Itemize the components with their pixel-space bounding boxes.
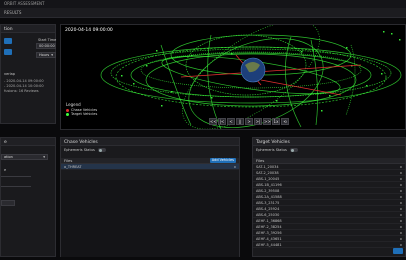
chase-row[interactable]: o_THREAT x [61, 164, 239, 170]
play-button[interactable]: > [245, 118, 253, 125]
chase-files-label: Files [64, 157, 73, 163]
pause-button[interactable]: || [236, 118, 244, 125]
remove-target-icon[interactable]: x [400, 242, 402, 247]
page-subtitle: RESULTS [4, 10, 22, 15]
page-header: RESULTS [0, 8, 406, 18]
remove-chase-icon[interactable]: x [234, 164, 236, 169]
settings-input[interactable] [1, 200, 15, 206]
remove-target-icon[interactable]: x [400, 164, 402, 169]
target-row-name: SAT-2_20038 [256, 171, 279, 175]
target-row-name: AEHF-5_44481 [256, 243, 282, 247]
settings-field-label: e [4, 168, 7, 172]
speed-button[interactable]: 1x [272, 118, 280, 125]
chase-ephemeris-label: Ephemeris Status [64, 148, 95, 152]
target-files-label: Files [256, 157, 265, 163]
playback-controls: << |< < || > >| >> 1x ⟲ [209, 118, 289, 125]
settings-divider-2 [1, 186, 31, 187]
remove-target-icon[interactable]: x [400, 236, 402, 241]
settings-title: e [1, 138, 55, 146]
add-target-button[interactable] [393, 248, 403, 254]
target-ephemeris-label: Ephemeris Status [256, 148, 287, 152]
legend-item-target: Target Vehicles [66, 112, 97, 116]
chase-ephemeris-status: Ephemeris Status [61, 146, 239, 154]
target-row-name: AEHF-4_43651 [256, 237, 282, 241]
target-row-name: AEHF-3_39256 [256, 231, 282, 235]
target-row-name: AEHF-1_36868 [256, 219, 282, 223]
target-row-name: ABS-4_25924 [256, 207, 280, 211]
chase-vehicles-title: Chase Vehicles [61, 138, 239, 146]
remove-target-icon[interactable]: x [400, 200, 402, 205]
app-title: ORBIT ASSESSMENT [4, 1, 45, 6]
target-ephemeris-toggle[interactable] [289, 148, 298, 152]
configuration-panel: tion Start Time 00:00:00 Hours ▾ verlap -… [0, 24, 56, 124]
chase-marker-icon [66, 108, 69, 112]
step-first-button[interactable]: |< [218, 118, 226, 125]
orbit-viewport[interactable]: 2020-04-14 09:00:00 Legend Chase Vehicle… [60, 24, 406, 130]
skip-to-end-button[interactable]: >> [263, 118, 271, 125]
reset-view-icon[interactable]: ⟲ [281, 118, 289, 125]
app-title-bar: ORBIT ASSESSMENT [0, 0, 406, 8]
remove-target-icon[interactable]: x [400, 182, 402, 187]
chase-ephemeris-toggle[interactable] [97, 148, 106, 152]
target-vehicle-list: SAT-1_20034 x SAT-2_20038 x ABS-1_20045 x A… [253, 164, 405, 248]
step-back-button[interactable]: < [227, 118, 235, 125]
step-last-button[interactable]: >| [254, 118, 262, 125]
chase-list-empty-area [61, 180, 239, 257]
settings-select[interactable]: ation ▾ [1, 154, 48, 160]
remove-target-icon[interactable]: x [400, 230, 402, 235]
legend-title: Legend [66, 102, 81, 107]
target-vehicles-title: Target Vehicles [253, 138, 405, 146]
target-vehicles-panel: Target Vehicles Ephemeris Status Files S… [252, 137, 406, 257]
remove-target-icon[interactable]: x [400, 194, 402, 199]
chase-row-name: o_THREAT [64, 165, 82, 169]
target-row-name: ABS-6_25030 [256, 213, 280, 217]
remove-target-icon[interactable]: x [400, 188, 402, 193]
overlap-line-3: fusions: 16 Reviews [4, 89, 39, 93]
legend-target-label: Target Vehicles [71, 112, 98, 116]
overlap-title: verlap [4, 72, 16, 76]
remove-target-icon[interactable]: x [400, 212, 402, 217]
target-row-name: SAT-1_20034 [256, 165, 279, 169]
remove-target-icon[interactable]: x [400, 176, 402, 181]
target-ephemeris-status: Ephemeris Status [253, 146, 405, 154]
remove-target-icon[interactable]: x [400, 218, 402, 223]
step-unit-select[interactable]: Hours ▾ [36, 52, 56, 58]
target-marker-icon [66, 112, 69, 116]
overlap-line-2: - 2020-04-14 10:00:00 [4, 84, 44, 88]
settings-panel: e ation ▾ e [0, 137, 56, 257]
skip-to-start-button[interactable]: << [209, 118, 217, 125]
target-row-name: ABS-1_20045 [256, 177, 280, 181]
remove-target-icon[interactable]: x [400, 224, 402, 229]
settings-select-value: ation [4, 155, 13, 159]
settings-divider [1, 176, 31, 177]
target-row-name: ABS-3_23175 [256, 201, 280, 205]
target-row-name: AEHF-2_38254 [256, 225, 282, 229]
start-time-label: Start Time [38, 38, 57, 42]
add-vehicles-button[interactable]: Add Vehicles [209, 158, 236, 163]
step-unit-value: Hours [39, 53, 50, 57]
target-row-name: ABS-2_39508 [256, 189, 280, 193]
target-row[interactable]: AEHF-5_44481 x [253, 242, 405, 248]
start-time-input[interactable]: 00:00:00 [36, 43, 56, 49]
orbit-scene [100, 25, 402, 129]
target-row-name: ABS-2A_41588 [256, 195, 282, 199]
target-row-name: ABS-1B_41196 [256, 183, 282, 187]
configuration-title: tion [1, 25, 55, 33]
remove-target-icon[interactable]: x [400, 170, 402, 175]
remove-target-icon[interactable]: x [400, 206, 402, 211]
chevron-down-icon: ▾ [51, 53, 53, 57]
chevron-down-icon: ▾ [43, 155, 45, 159]
overlap-line-1: - 2020-04-14 09:00:00 [4, 79, 44, 83]
calendar-button[interactable] [4, 38, 12, 44]
legend: Legend Chase Vehicles Target Vehicles [66, 103, 97, 116]
chase-vehicles-panel: Chase Vehicles Ephemeris Status Files Ad… [60, 137, 240, 257]
duration-spinner[interactable] [4, 49, 12, 55]
